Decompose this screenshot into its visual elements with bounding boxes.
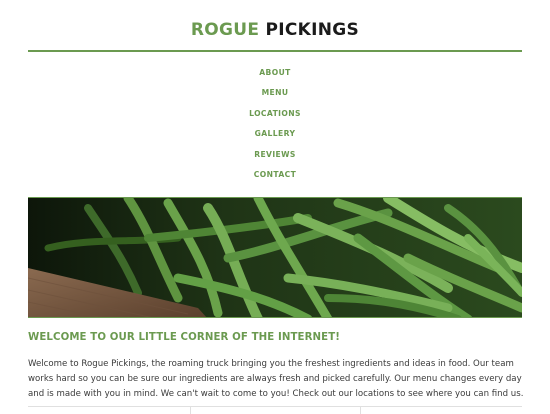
nav-contact-link[interactable]: CONTACT <box>254 165 296 185</box>
nav-reviews-link[interactable]: REVIEWS <box>254 145 296 165</box>
intro-line: works hard so you can be sure our ingred… <box>28 374 522 384</box>
green-beans-photo <box>28 198 522 317</box>
hero-image <box>28 197 522 318</box>
welcome-heading: WELCOME TO OUR LITTLE CORNER OF THE INTE… <box>28 332 341 343</box>
logo-text: PICKINGS <box>259 20 360 40</box>
intro-paragraph: Welcome to Rogue Pickings, the roaming t… <box>28 357 528 402</box>
nav-locations-link[interactable]: LOCATIONS <box>249 104 301 124</box>
logo-accent-text: ROGUE <box>190 20 260 40</box>
intro-line: Welcome to Rogue Pickings, the roaming t… <box>28 359 514 369</box>
main-nav: ABOUT MENU LOCATIONS GALLERY REVIEWS CON… <box>0 63 550 185</box>
page: ROGUE PICKINGS ABOUT MENU LOCATIONS GALL… <box>0 0 550 414</box>
nav-about-link[interactable]: ABOUT <box>259 63 290 83</box>
header-divider <box>28 50 522 52</box>
nav-menu-link[interactable]: MENU <box>262 83 289 103</box>
footer-columns-border <box>28 406 522 414</box>
nav-gallery-link[interactable]: GALLERY <box>255 124 296 144</box>
intro-line: and is made with you in mind. We can't w… <box>28 389 524 399</box>
site-logo[interactable]: ROGUE PICKINGS <box>0 20 550 40</box>
